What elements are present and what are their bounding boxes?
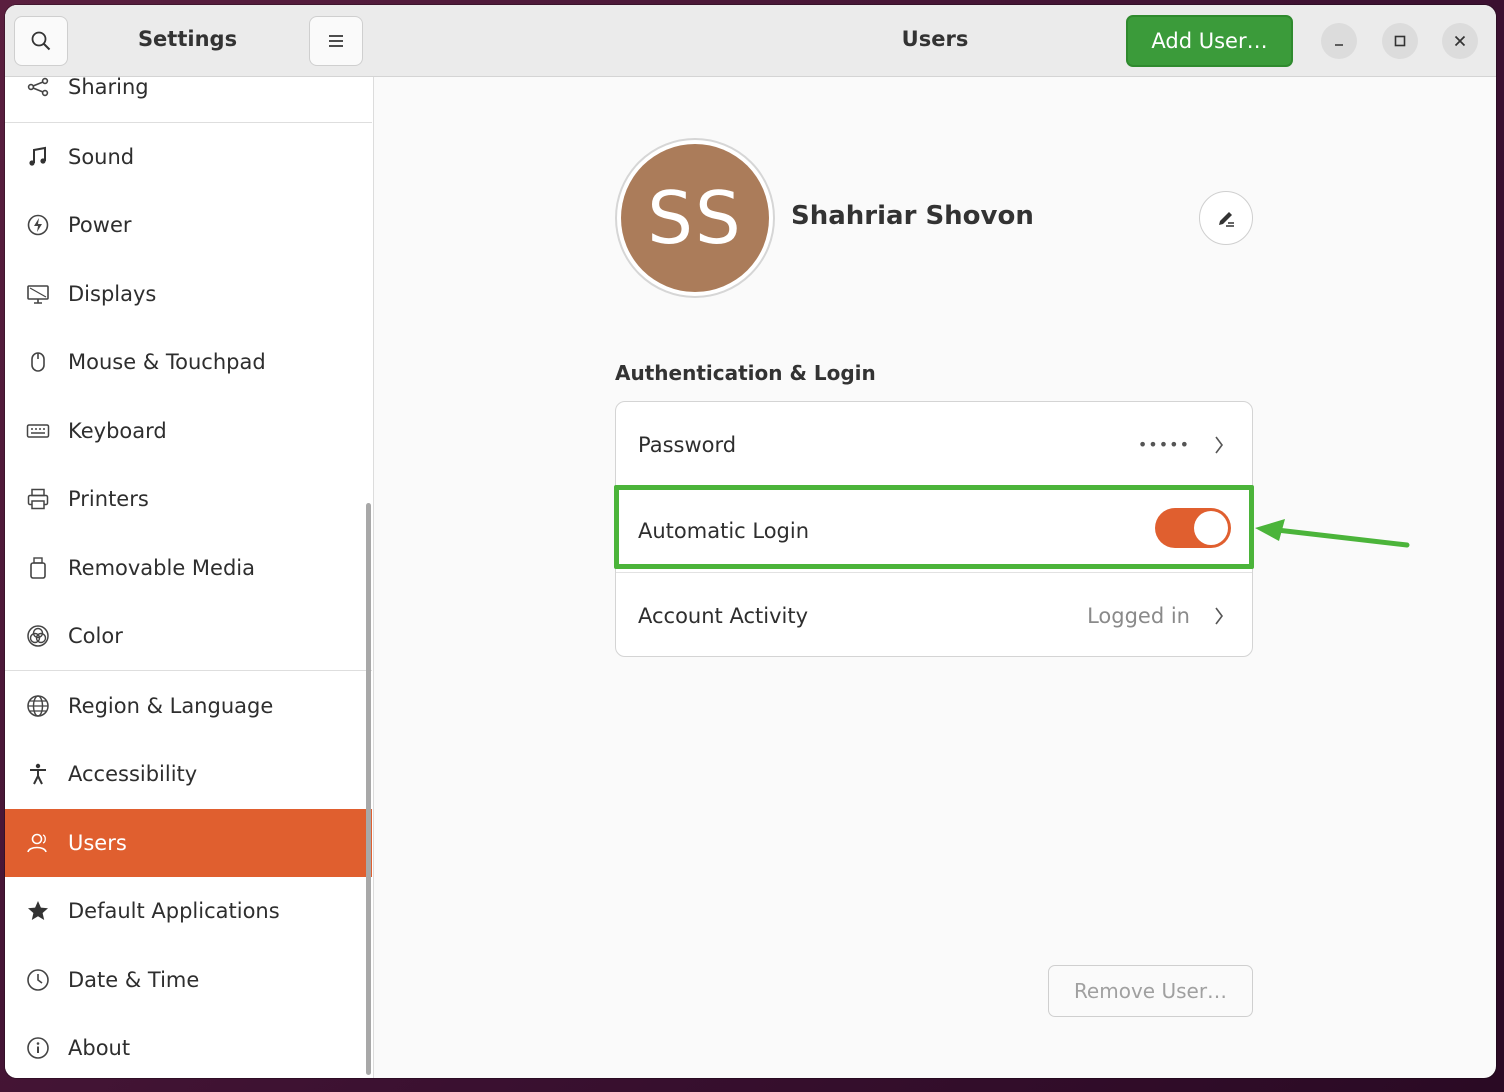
sidebar-title: Settings	[137, 27, 238, 51]
sidebar-item-label: Printers	[68, 487, 149, 511]
chevron-right-icon	[1212, 604, 1226, 628]
printer-icon	[25, 487, 51, 511]
sidebar-item-sharing[interactable]: Sharing	[5, 77, 372, 121]
annotation-arrow-icon	[1255, 519, 1410, 548]
sidebar-item-label: Region & Language	[68, 694, 274, 718]
sidebar-item-default-applications[interactable]: Default Applications	[5, 877, 372, 945]
settings-window: Sharing Sound Power Displays Mouse & Tou…	[5, 5, 1496, 1078]
pencil-icon	[1215, 207, 1237, 229]
account-activity-row[interactable]: Account Activity Logged in	[616, 573, 1252, 658]
minimize-button[interactable]	[1321, 23, 1357, 59]
sidebar-header: Settings	[5, 5, 374, 77]
sidebar-item-printers[interactable]: Printers	[5, 465, 372, 533]
account-activity-label: Account Activity	[638, 603, 808, 628]
password-value: •••••	[1137, 435, 1190, 454]
sidebar-item-sound[interactable]: Sound	[5, 123, 372, 191]
sidebar-item-label: About	[68, 1036, 131, 1060]
hamburger-menu-icon	[326, 32, 346, 50]
sidebar-item-label: Mouse & Touchpad	[68, 350, 266, 374]
sidebar-item-users[interactable]: Users	[5, 809, 372, 877]
sidebar-item-label: Removable Media	[68, 556, 256, 580]
sidebar-item-label: Sound	[68, 145, 135, 169]
usb-drive-icon	[25, 556, 51, 580]
power-icon	[25, 213, 51, 237]
sidebar-item-label: Default Applications	[68, 899, 280, 923]
search-icon	[30, 30, 52, 52]
user-name: Shahriar Shovon	[791, 201, 1034, 231]
music-note-icon	[25, 145, 51, 169]
maximize-button[interactable]	[1382, 23, 1418, 59]
sidebar-item-region-language[interactable]: Region & Language	[5, 672, 372, 740]
close-icon	[1453, 34, 1467, 48]
avatar-initials: SS	[621, 144, 769, 292]
info-icon	[25, 1036, 51, 1060]
mouse-icon	[25, 350, 51, 374]
search-button[interactable]	[14, 16, 68, 66]
keyboard-icon	[25, 419, 51, 443]
main-header: Users Add User…	[374, 5, 1496, 77]
accessibility-icon	[25, 762, 51, 786]
sidebar-item-power[interactable]: Power	[5, 191, 372, 259]
display-icon	[25, 282, 51, 306]
sidebar-item-label: Power	[68, 213, 132, 237]
sidebar-item-removable-media[interactable]: Removable Media	[5, 534, 372, 602]
minimize-icon	[1332, 34, 1346, 48]
star-icon	[25, 899, 51, 923]
menu-button[interactable]	[309, 16, 363, 66]
users-icon	[25, 831, 51, 855]
sidebar-item-color[interactable]: Color	[5, 602, 372, 670]
clock-icon	[25, 968, 51, 992]
remove-user-button[interactable]: Remove User…	[1048, 965, 1253, 1017]
close-button[interactable]	[1442, 23, 1478, 59]
edit-name-button[interactable]	[1199, 191, 1253, 245]
sidebar-item-accessibility[interactable]: Accessibility	[5, 740, 372, 808]
sidebar-item-label: Date & Time	[68, 968, 200, 992]
sidebar-item-label: Accessibility	[68, 762, 198, 786]
annotation-highlight-box	[614, 485, 1254, 569]
sidebar-item-keyboard[interactable]: Keyboard	[5, 397, 372, 465]
chevron-right-icon	[1212, 433, 1226, 457]
sidebar-item-label: Sharing	[68, 77, 149, 99]
section-title: Authentication & Login	[615, 361, 876, 385]
sidebar-item-label: Displays	[68, 282, 157, 306]
globe-icon	[25, 694, 51, 718]
sidebar-item-label: Users	[68, 831, 127, 855]
sidebar-separator	[5, 670, 372, 671]
color-icon	[25, 624, 51, 648]
sidebar-item-displays[interactable]: Displays	[5, 260, 372, 328]
sidebar-item-about[interactable]: About	[5, 1014, 372, 1078]
avatar[interactable]: SS	[615, 138, 775, 298]
password-label: Password	[638, 432, 737, 457]
sidebar-item-mouse-touchpad[interactable]: Mouse & Touchpad	[5, 328, 372, 396]
password-row[interactable]: Password •••••	[616, 402, 1252, 487]
sidebar-item-date-time[interactable]: Date & Time	[5, 946, 372, 1014]
maximize-icon	[1393, 34, 1407, 48]
share-icon	[25, 77, 51, 99]
account-activity-value: Logged in	[1087, 603, 1190, 628]
sidebar-scrollbar[interactable]	[366, 503, 371, 1075]
sidebar-item-label: Color	[68, 624, 123, 648]
sidebar-list: Sharing Sound Power Displays Mouse & Tou…	[5, 77, 374, 1078]
sidebar: Sharing Sound Power Displays Mouse & Tou…	[5, 5, 374, 1078]
sidebar-item-label: Keyboard	[68, 419, 167, 443]
add-user-button[interactable]: Add User…	[1126, 15, 1293, 67]
